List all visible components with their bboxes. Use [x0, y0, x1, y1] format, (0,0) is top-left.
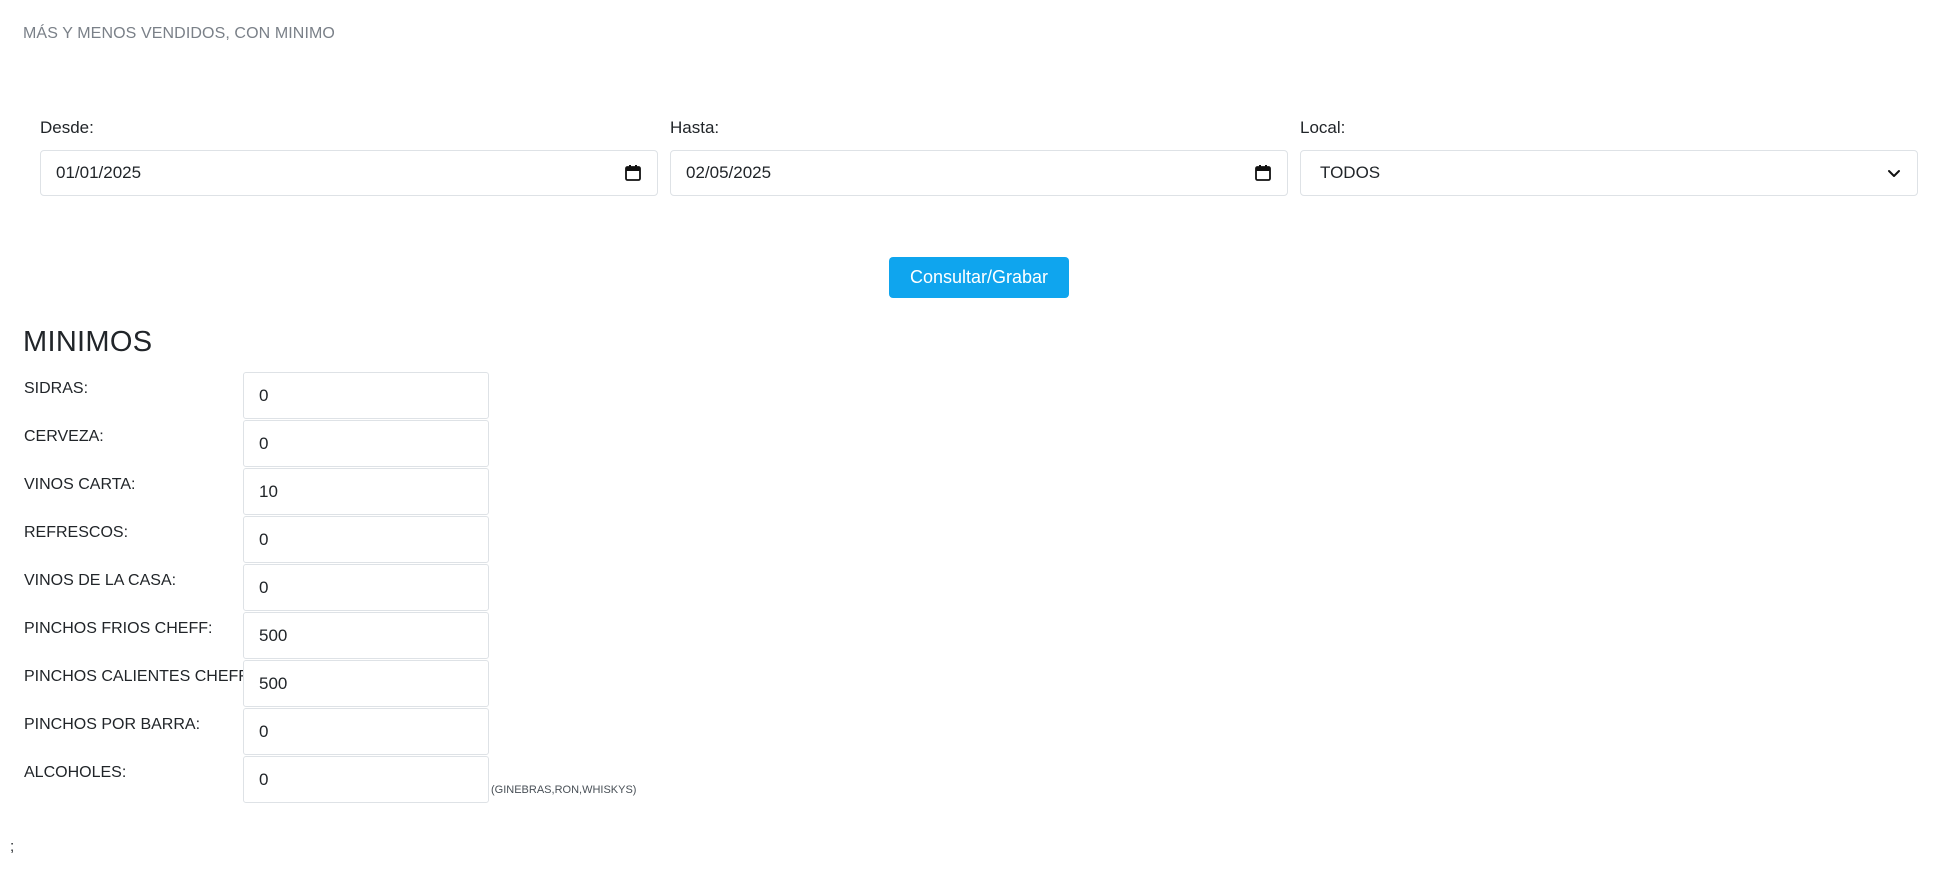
page: MÁS Y MENOS VENDIDOS, CON MINIMO Desde: … — [0, 0, 1937, 877]
desde-date-input[interactable]: 01/01/2025 — [40, 150, 658, 196]
minimo-label: VINOS DE LA CASA: — [24, 572, 177, 589]
minimo-label: CERVEZA: — [24, 428, 104, 445]
footer-text: ; — [10, 838, 15, 855]
local-label: Local: — [1300, 118, 1346, 137]
minimo-label: VINOS CARTA: — [24, 476, 136, 493]
desde-date-value: 01/01/2025 — [56, 163, 142, 182]
local-select-value: TODOS — [1320, 163, 1381, 182]
cerveza-minimo-input[interactable]: 0 — [243, 420, 489, 467]
hasta-date-input[interactable]: 02/05/2025 — [670, 150, 1288, 196]
calendar-icon[interactable] — [1254, 164, 1272, 182]
desde-group: Desde: 01/01/2025 — [40, 118, 658, 196]
vinos-carta-minimo-input[interactable]: 10 — [243, 468, 489, 515]
sidras-minimo-input[interactable]: 0 — [243, 372, 489, 419]
minimo-label: SIDRAS: — [24, 380, 89, 397]
local-select[interactable]: TODOS — [1300, 150, 1918, 196]
minimo-label: PINCHOS POR BARRA: — [24, 716, 201, 733]
minimo-label: ALCOHOLES: — [24, 764, 127, 781]
minimo-label: PINCHOS CALIENTES CHEFF: — [24, 668, 253, 685]
alcoholes-hint: (GINEBRAS,RON,WHISKYS) — [491, 784, 637, 796]
consultar-grabar-button[interactable]: Consultar/Grabar — [889, 257, 1069, 298]
minimos-heading: MINIMOS — [23, 326, 153, 358]
calendar-icon[interactable] — [624, 164, 642, 182]
pinchos-frios-cheff-minimo-input[interactable]: 500 — [243, 612, 489, 659]
desde-label: Desde: — [40, 118, 94, 137]
page-title: MÁS Y MENOS VENDIDOS, CON MINIMO — [23, 25, 335, 42]
vinos-de-la-casa-minimo-input[interactable]: 0 — [243, 564, 489, 611]
pinchos-por-barra-minimo-input[interactable]: 0 — [243, 708, 489, 755]
hasta-date-value: 02/05/2025 — [686, 163, 772, 182]
minimo-label: PINCHOS FRIOS CHEFF: — [24, 620, 213, 637]
minimo-label: REFRESCOS: — [24, 524, 129, 541]
chevron-down-icon — [1886, 165, 1902, 181]
hasta-group: Hasta: 02/05/2025 — [670, 118, 1288, 196]
pinchos-calientes-cheff-minimo-input[interactable]: 500 — [243, 660, 489, 707]
local-group: Local: TODOS — [1300, 118, 1918, 196]
alcoholes-minimo-input[interactable]: 0 — [243, 756, 489, 803]
hasta-label: Hasta: — [670, 118, 720, 137]
refrescos-minimo-input[interactable]: 0 — [243, 516, 489, 563]
